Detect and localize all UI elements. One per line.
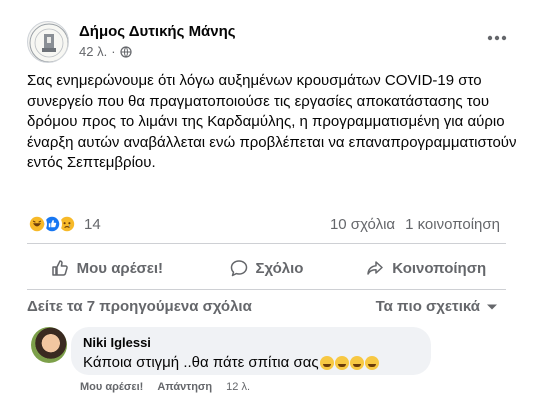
more-options-button[interactable]	[479, 24, 515, 52]
more-dots-icon	[487, 35, 507, 41]
comment-time[interactable]: 12 λ.	[226, 381, 250, 393]
municipality-seal-icon	[29, 23, 68, 62]
like-button[interactable]: Μου αρέσει!	[27, 249, 187, 287]
haha-icon	[27, 214, 47, 234]
page-name[interactable]: Δήμος Δυτικής Μάνης	[79, 23, 236, 40]
page-avatar[interactable]	[27, 21, 69, 63]
post-time[interactable]: 42 λ.	[79, 44, 107, 59]
comments-count-link[interactable]: 10 σχόλια	[330, 216, 395, 233]
laughing-emoji-icon	[319, 356, 334, 370]
comment-like-link[interactable]: Μου αρέσει!	[80, 381, 143, 393]
reaction-count: 14	[84, 215, 101, 233]
comment-sort-dropdown[interactable]: Τα πιο σχετικά	[376, 298, 498, 315]
reaction-icons	[27, 214, 77, 234]
post-meta: 42 λ. ·	[79, 44, 132, 59]
comment-label: Σχόλιο	[255, 259, 304, 277]
shares-count-link[interactable]: 1 κοινοποίηση	[405, 216, 500, 233]
engagement-counts: 10 σχόλια 1 κοινοποίηση	[330, 216, 500, 233]
comment-bubble: Niki Iglessi Κάποια στιγμή ..θα πάτε σπί…	[71, 327, 431, 375]
reactions-summary[interactable]: 14	[27, 214, 101, 234]
divider	[27, 289, 506, 290]
action-bar: Μου αρέσει! Σχόλιο Κοινοποίηση	[27, 249, 506, 287]
globe-icon[interactable]	[119, 45, 132, 58]
comment-actions: Μου αρέσει! Απάντηση 12 λ.	[80, 381, 250, 393]
comment-text: Κάποια στιγμή ..θα πάτε σπίτια σας	[83, 354, 319, 371]
share-arrow-icon	[367, 261, 383, 275]
share-button[interactable]: Κοινοποίηση	[346, 249, 506, 287]
commenter-avatar[interactable]	[31, 327, 67, 363]
thumbs-up-icon	[51, 260, 68, 276]
view-previous-comments-link[interactable]: Δείτε τα 7 προηγούμενα σχόλια	[27, 298, 252, 315]
sort-label: Τα πιο σχετικά	[375, 298, 480, 315]
like-label: Μου αρέσει!	[76, 259, 164, 277]
comment-bubble-icon	[230, 260, 247, 277]
post-card: Δήμος Δυτικής Μάνης 42 λ. · Σας ενημερών…	[0, 0, 533, 402]
share-label: Κοινοποίηση	[392, 259, 487, 277]
laughing-emoji-icon	[334, 356, 349, 370]
comment-text-row: Κάποια στιγμή ..θα πάτε σπίτια σας	[83, 353, 419, 373]
comment-reply-link[interactable]: Απάντηση	[157, 381, 212, 393]
smiling-emoji-icon	[364, 356, 379, 370]
divider	[27, 243, 506, 244]
comment-author[interactable]: Niki Iglessi	[83, 335, 419, 351]
chevron-down-icon	[487, 304, 497, 309]
rolling-eyes-emoji-icon	[349, 356, 364, 370]
comment-button[interactable]: Σχόλιο	[187, 249, 347, 287]
post-text: Σας ενημερώνουμε ότι λόγω αυξημένων κρου…	[27, 72, 517, 171]
